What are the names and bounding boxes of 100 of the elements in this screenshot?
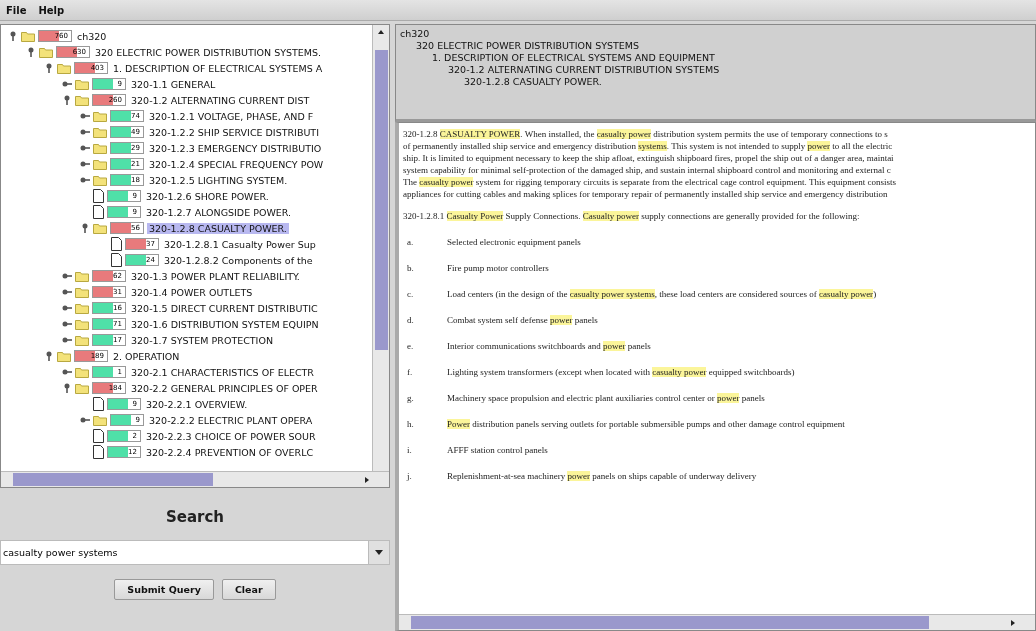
tree-item[interactable]: 320-2.1 CHARACTERISTICS OF ELECTR	[129, 366, 316, 378]
scroll-right-icon[interactable]	[363, 475, 371, 484]
search-field[interactable]: casualty power systems	[0, 540, 368, 565]
clear-button[interactable]: Clear	[221, 579, 276, 600]
vertical-scrollbar[interactable]	[372, 25, 389, 471]
scroll-right-icon[interactable]	[1009, 618, 1017, 627]
list-item-text: Machinery space propulsion and electric plant auxiliaries control center or power panels	[447, 392, 765, 404]
folder-icon	[93, 110, 107, 122]
document-icon	[92, 429, 104, 443]
tree-item[interactable]: 320-1.6 DISTRIBUTION SYSTEM EQUIPN	[129, 318, 321, 330]
tree-item[interactable]: 320-1.5 DIRECT CURRENT DISTRIBUTIC	[129, 302, 320, 314]
tree-item[interactable]: 1. DESCRIPTION OF ELECTRICAL SYSTEMS A	[111, 62, 325, 74]
folder-icon	[93, 414, 107, 426]
collapsed-handle-icon[interactable]	[62, 319, 72, 329]
list-item-text: Replenishment-at-sea machinery power panels on ships capable of underway delivery	[447, 470, 757, 482]
folder-icon	[93, 222, 107, 234]
tree-item[interactable]: 320-2.2.3 CHOICE OF POWER SOUR	[143, 430, 318, 442]
folder-icon	[75, 302, 89, 314]
expanded-handle-icon[interactable]	[44, 351, 54, 361]
tree-item[interactable]: 320-2.2.2 ELECTRIC PLANT OPERA	[147, 414, 315, 426]
document-icon	[92, 397, 104, 411]
folder-icon	[75, 94, 89, 106]
paragraph-line: appliances for cutting cables and making splices for temporary repair of permanently installed ship service and emergency distribution	[403, 188, 889, 200]
breadcrumb-item: 320-1.2 ALTERNATING CURRENT DISTRIBUTION SYSTEMS	[447, 64, 721, 76]
tree-item[interactable]: 320-1.2 ALTERNATING CURRENT DIST	[129, 94, 312, 106]
tree-item[interactable]: 320-1.2.3 EMERGENCY DISTRIBUTIO	[147, 142, 324, 154]
list-item-text: Combat system self defense power panels	[447, 314, 598, 326]
tree-item[interactable]: 320-1.3 POWER PLANT RELIABILITY.	[129, 270, 302, 282]
collapsed-handle-icon[interactable]	[80, 415, 90, 425]
collapsed-handle-icon[interactable]	[80, 159, 90, 169]
tree-item[interactable]: ch320	[75, 30, 109, 42]
breadcrumb-item: ch320	[400, 28, 431, 40]
submit-query-button[interactable]: Submit Query	[114, 579, 214, 600]
expanded-handle-icon[interactable]	[62, 383, 72, 393]
folder-icon	[93, 158, 107, 170]
tree-item[interactable]: 320-2.2 GENERAL PRINCIPLES OF OPER	[129, 382, 320, 394]
paragraph-line: system capability for minimal self-protection of the damaged ship, and sustain internal shipboard control and monitoring and external c	[403, 164, 892, 176]
tree-item[interactable]: 320-2.2.1 OVERVIEW.	[143, 398, 250, 410]
expanded-handle-icon[interactable]	[80, 223, 90, 233]
folder-icon	[75, 270, 89, 282]
collapsed-handle-icon[interactable]	[62, 271, 72, 281]
document-icon	[92, 205, 104, 219]
tree-item[interactable]: 320-1.2.8.2 Components of the	[161, 254, 315, 266]
scrollbar-thumb[interactable]	[375, 50, 388, 350]
tree-item[interactable]: 320-1.4 POWER OUTLETS	[129, 286, 255, 298]
collapsed-handle-icon[interactable]	[80, 111, 90, 121]
tree-item[interactable]: 320-1.2.6 SHORE POWER.	[143, 190, 271, 202]
tree-item[interactable]: 320-1.2.4 SPECIAL FREQUENCY POW	[147, 158, 326, 170]
scroll-up-icon[interactable]	[377, 28, 385, 36]
expanded-handle-icon[interactable]	[44, 63, 54, 73]
section-heading: 320-1.2.8.1 Casualty Power Supply Connections. Casualty power supply connections are generally provided for the following:	[403, 210, 861, 222]
collapsed-handle-icon[interactable]	[62, 287, 72, 297]
list-marker: j.	[405, 470, 413, 482]
collapsed-handle-icon[interactable]	[62, 335, 72, 345]
dropdown-arrow-icon[interactable]	[375, 550, 383, 555]
horizontal-scrollbar[interactable]	[1, 471, 389, 487]
document-icon	[110, 237, 122, 251]
folder-icon	[39, 46, 53, 58]
list-marker: a.	[406, 236, 415, 248]
folder-icon	[93, 142, 107, 154]
list-marker: g.	[406, 392, 415, 404]
tree-item[interactable]: 320 ELECTRIC POWER DISTRIBUTION SYSTEMS.	[93, 46, 324, 58]
list-marker: i.	[406, 444, 413, 456]
scrollbar-thumb[interactable]	[411, 616, 929, 629]
search-title: Search	[165, 508, 225, 526]
list-marker: e.	[406, 340, 415, 352]
tree-item[interactable]: 320-1.2.8.1 Casualty Power Sup	[161, 238, 318, 250]
list-marker: c.	[406, 288, 415, 300]
folder-icon	[57, 350, 71, 362]
collapsed-handle-icon[interactable]	[80, 143, 90, 153]
paragraph-line: of permanently installed ship service and emergency distribution systems. This system is not intended to supply power to all the electric	[403, 140, 894, 152]
menu-item[interactable]: Help	[38, 4, 65, 16]
list-marker: b.	[406, 262, 415, 274]
tree-item[interactable]: 320-1.2.7 ALONGSIDE POWER.	[143, 206, 294, 218]
folder-icon	[75, 286, 89, 298]
collapsed-handle-icon[interactable]	[62, 79, 72, 89]
tree-item[interactable]: 320-1.2.8 CASUALTY POWER.	[147, 222, 289, 234]
scrollbar-thumb[interactable]	[13, 473, 213, 486]
horizontal-scrollbar[interactable]	[399, 614, 1035, 630]
tree-item[interactable]: 2. OPERATION	[111, 350, 182, 362]
breadcrumb-item: 1. DESCRIPTION OF ELECTRICAL SYSTEMS AND EQUIPMENT	[431, 52, 716, 64]
tree-item[interactable]: 320-1.2.1 VOLTAGE, PHASE, AND F	[147, 110, 316, 122]
expanded-handle-icon[interactable]	[8, 31, 18, 41]
collapsed-handle-icon[interactable]	[62, 303, 72, 313]
tree-item[interactable]: 320-1.1 GENERAL	[129, 78, 218, 90]
tree-item[interactable]: 320-1.2.2 SHIP SERVICE DISTRIBUTI	[147, 126, 321, 138]
document-icon	[110, 253, 122, 267]
expanded-handle-icon[interactable]	[62, 95, 72, 105]
tree-item[interactable]: 320-1.7 SYSTEM PROTECTION	[129, 334, 275, 346]
tree-item[interactable]: 320-1.2.5 LIGHTING SYSTEM.	[147, 174, 290, 186]
collapsed-handle-icon[interactable]	[80, 175, 90, 185]
list-marker: f.	[406, 366, 414, 378]
list-item-text: Power distribution panels serving outlets for portable submersible pumps and other damage control equipment	[447, 418, 845, 430]
tree-item[interactable]: 320-2.2.4 PREVENTION OF OVERLC	[143, 446, 316, 458]
collapsed-handle-icon[interactable]	[80, 127, 90, 137]
expanded-handle-icon[interactable]	[26, 47, 36, 57]
breadcrumb-item: 320 ELECTRIC POWER DISTRIBUTION SYSTEMS	[415, 40, 641, 52]
breadcrumb-item: 320-1.2.8 CASUALTY POWER.	[463, 76, 603, 88]
menu-item[interactable]: File	[6, 4, 27, 16]
collapsed-handle-icon[interactable]	[62, 367, 72, 377]
